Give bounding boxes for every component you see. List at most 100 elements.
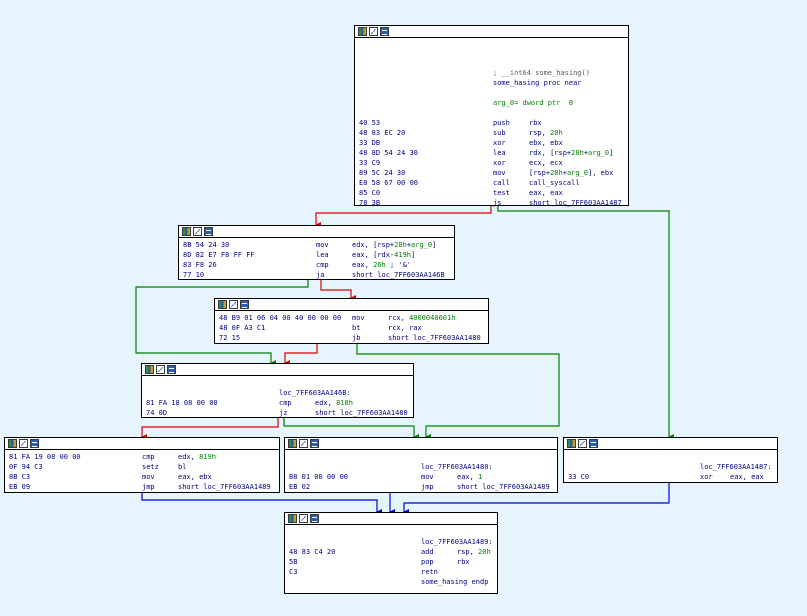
code-line[interactable]: EB 09 jmp short loc_7FF603AA1489 xyxy=(5,482,279,492)
code-line[interactable]: ; __int64 some_hasing() xyxy=(355,68,628,78)
code-line[interactable]: 89 5C 24 30 mov [rsp+28h+arg_0], ebx xyxy=(355,168,628,178)
color-palette-icon[interactable] xyxy=(218,300,227,309)
graph-view-icon[interactable] xyxy=(578,439,587,448)
code-line[interactable]: 5B pop rbx xyxy=(285,557,497,567)
instruction-operands[interactable]: call_syscall xyxy=(529,178,580,188)
code-line[interactable] xyxy=(355,108,628,118)
instruction-operands[interactable]: eax, [rdx-419h] xyxy=(352,250,415,260)
code-line[interactable]: 78 3B js short loc_7FF603AA1487 xyxy=(355,198,628,208)
address-label[interactable]: loc_7FF603AA146B: xyxy=(279,388,351,398)
text-view-icon[interactable] xyxy=(240,300,249,309)
code-block-blk-bt[interactable]: 48 B9 01 06 04 00 40 00 00 00 mov rcx, 400… xyxy=(214,298,489,344)
instruction-operands[interactable]: short loc_7FF603AA1480 xyxy=(315,408,408,418)
code-line[interactable] xyxy=(564,452,777,462)
code-block-loc-1480[interactable]: loc_7FF603AA1480: B8 01 00 00 00 mov eax, 1… xyxy=(284,437,558,493)
code-line[interactable]: loc_7FF603AA1480: xyxy=(285,462,557,472)
color-palette-icon[interactable] xyxy=(145,365,154,374)
edge-not-taken[interactable] xyxy=(320,280,356,301)
instruction-operands[interactable]: edx, 818h xyxy=(315,398,353,408)
code-block-blk-cmp26[interactable]: 8B 54 24 30 mov edx, [rsp+28h+arg_0] 8D 82 … xyxy=(178,225,455,280)
instruction-operands[interactable]: edx, [rsp+28h+arg_0] xyxy=(352,240,436,250)
instruction-mnemonic[interactable]: mov xyxy=(421,472,434,482)
address-label[interactable]: loc_7FF603AA1489: xyxy=(421,537,493,547)
code-block-some-hasing[interactable]: ; __int64 some_hasing() some_hasing proc … xyxy=(354,25,629,208)
instruction-mnemonic[interactable]: jb xyxy=(352,333,360,343)
code-line[interactable] xyxy=(142,378,413,388)
instruction-mnemonic[interactable]: cmp xyxy=(279,398,292,408)
code-line[interactable]: 81 FA 18 08 00 00 cmp edx, 818h xyxy=(142,398,413,408)
code-line[interactable]: 33 DB xor ebx, ebx xyxy=(355,138,628,148)
color-palette-icon[interactable] xyxy=(567,439,576,448)
graph-view-icon[interactable] xyxy=(299,439,308,448)
code-block-loc-146b[interactable]: loc_7FF603AA146B: 81 FA 18 08 00 00 cmp edx… xyxy=(141,363,414,418)
text-view-icon[interactable] xyxy=(589,439,598,448)
code-line[interactable]: 8D 82 E7 F8 FF FF lea eax, [rdx-419h] xyxy=(179,250,454,260)
instruction-operands[interactable]: [rsp+28h+arg_0], ebx xyxy=(529,168,613,178)
instruction-mnemonic[interactable]: sub xyxy=(493,128,506,138)
instruction-operands[interactable]: rdx, [rsp+28h+arg_0] xyxy=(529,148,613,158)
instruction-mnemonic[interactable]: push xyxy=(493,118,510,128)
instruction-mnemonic[interactable]: setz xyxy=(142,462,159,472)
code-line[interactable] xyxy=(355,88,628,98)
instruction-mnemonic[interactable]: jz xyxy=(279,408,287,418)
address-label[interactable]: some_hasing endp xyxy=(421,577,488,587)
code-line[interactable]: 8B 54 24 30 mov edx, [rsp+28h+arg_0] xyxy=(179,240,454,250)
instruction-operands[interactable]: eax, ebx xyxy=(178,472,212,482)
instruction-mnemonic[interactable]: retn xyxy=(421,567,438,577)
code-line[interactable]: EB 02 jmp short loc_7FF603AA1489 xyxy=(285,482,557,492)
code-line[interactable]: C3 retn xyxy=(285,567,497,577)
graph-view-icon[interactable] xyxy=(369,27,378,36)
color-palette-icon[interactable] xyxy=(182,227,191,236)
code-line[interactable]: some_hasing proc near xyxy=(355,78,628,88)
instruction-operands[interactable]: rsp, 20h xyxy=(457,547,491,557)
instruction-mnemonic[interactable]: cmp xyxy=(316,260,329,270)
block-title-bar[interactable] xyxy=(179,226,454,238)
code-line[interactable]: E8 58 67 00 00 call call_syscall xyxy=(355,178,628,188)
color-palette-icon[interactable] xyxy=(288,514,297,523)
edge-not-taken[interactable] xyxy=(141,418,279,440)
graph-view-icon[interactable] xyxy=(299,514,308,523)
instruction-mnemonic[interactable]: jmp xyxy=(421,482,434,492)
text-view-icon[interactable] xyxy=(310,439,319,448)
text-view-icon[interactable] xyxy=(167,365,176,374)
color-palette-icon[interactable] xyxy=(8,439,17,448)
text-view-icon[interactable] xyxy=(204,227,213,236)
instruction-operands[interactable]: rcx, rax xyxy=(388,323,422,333)
instruction-mnemonic[interactable]: lea xyxy=(493,148,506,158)
instruction-operands[interactable]: eax, eax xyxy=(730,472,764,482)
code-line[interactable]: 48 8D 54 24 30 lea rdx, [rsp+28h+arg_0] xyxy=(355,148,628,158)
color-palette-icon[interactable] xyxy=(358,27,367,36)
instruction-operands[interactable]: short loc_7FF603AA1480 xyxy=(388,333,481,343)
block-title-bar[interactable] xyxy=(285,513,497,525)
instruction-mnemonic[interactable]: pop xyxy=(421,557,434,567)
code-line[interactable]: some_hasing endp xyxy=(285,577,497,587)
code-line[interactable]: 33 C9 xor ecx, ecx xyxy=(355,158,628,168)
code-line[interactable]: 40 53 push rbx xyxy=(355,118,628,128)
instruction-mnemonic[interactable]: xor xyxy=(493,158,506,168)
instruction-operands[interactable]: eax, eax xyxy=(529,188,563,198)
graph-view-icon[interactable] xyxy=(193,227,202,236)
instruction-mnemonic[interactable]: jmp xyxy=(142,482,155,492)
block-title-bar[interactable] xyxy=(285,438,557,450)
block-title-bar[interactable] xyxy=(564,438,777,450)
arg-definition[interactable]: arg_0= dword ptr 8 xyxy=(493,98,573,108)
code-line[interactable]: loc_7FF603AA1489: xyxy=(285,537,497,547)
code-line[interactable]: 85 C0 test eax, eax xyxy=(355,188,628,198)
address-label[interactable]: loc_7FF603AA1487: xyxy=(700,462,772,472)
graph-view-icon[interactable] xyxy=(229,300,238,309)
instruction-mnemonic[interactable]: mov xyxy=(352,313,365,323)
instruction-mnemonic[interactable]: bt xyxy=(352,323,360,333)
instruction-operands[interactable]: short loc_7FF603AA146B xyxy=(352,270,445,280)
instruction-mnemonic[interactable]: xor xyxy=(700,472,713,482)
code-line[interactable] xyxy=(285,452,557,462)
instruction-operands[interactable]: rsp, 20h xyxy=(529,128,563,138)
code-line[interactable]: 48 83 EC 20 sub rsp, 20h xyxy=(355,128,628,138)
code-line[interactable] xyxy=(285,527,497,537)
instruction-mnemonic[interactable]: call xyxy=(493,178,510,188)
instruction-operands[interactable]: ecx, ecx xyxy=(529,158,563,168)
instruction-operands[interactable]: eax, 1 xyxy=(457,472,482,482)
instruction-mnemonic[interactable]: lea xyxy=(316,250,329,260)
text-view-icon[interactable] xyxy=(380,27,389,36)
instruction-mnemonic[interactable]: cmp xyxy=(142,452,155,462)
edge-unconditional[interactable] xyxy=(141,493,382,515)
